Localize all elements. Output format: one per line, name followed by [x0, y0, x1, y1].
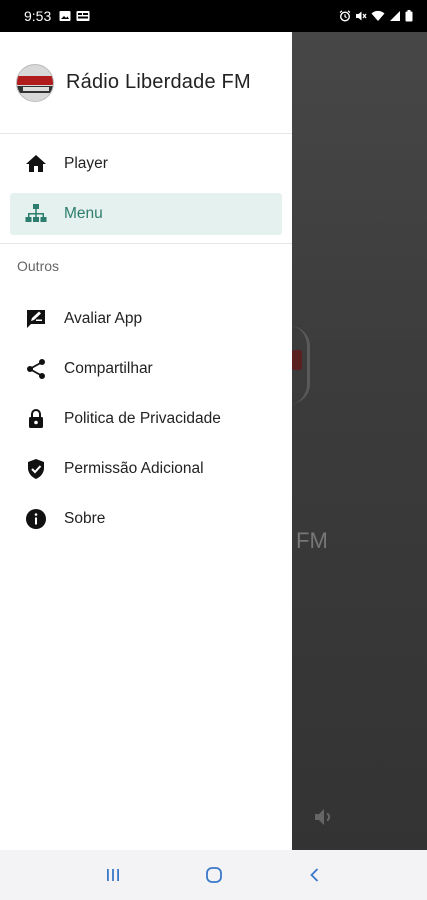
shield-check-icon — [24, 457, 48, 481]
signal-icon — [390, 11, 400, 21]
wifi-icon — [371, 10, 385, 21]
notification-icon — [76, 11, 90, 21]
nav-item-label: Permissão Adicional — [64, 460, 204, 477]
primary-nav: Player Menu — [0, 134, 292, 235]
drawer-header: Rádio Liberdade FM — [0, 32, 292, 134]
home-circle-icon[interactable] — [199, 860, 229, 890]
recent-apps-icon[interactable] — [98, 860, 128, 890]
nav-item-politica-de-privacidade[interactable]: Politica de Privacidade — [10, 398, 282, 440]
info-icon — [24, 507, 48, 531]
nav-item-permissao-adicional[interactable]: Permissão Adicional — [10, 448, 282, 490]
home-icon — [24, 152, 48, 176]
station-logo-fragment — [292, 350, 302, 370]
nav-item-compartilhar[interactable]: Compartilhar — [10, 348, 282, 390]
lock-icon — [24, 407, 48, 431]
section-header-outros: Outros — [17, 258, 60, 274]
nav-item-label: Sobre — [64, 510, 106, 527]
nav-item-label: Menu — [64, 205, 103, 222]
volume-icon — [315, 809, 331, 825]
share-icon — [24, 357, 48, 381]
drawer-divider — [0, 243, 292, 244]
alarm-icon — [339, 10, 351, 22]
status-bar: 9:53 — [0, 0, 427, 32]
nav-item-label: Compartilhar — [64, 360, 153, 377]
secondary-nav: Avaliar App Compartilhar Politica de Pri… — [0, 278, 292, 540]
system-navigation-bar — [0, 850, 427, 900]
nav-item-label: Politica de Privacidade — [64, 410, 221, 427]
mute-icon — [356, 11, 367, 21]
drawer-title: Rádio Liberdade FM — [66, 71, 251, 93]
back-icon[interactable] — [300, 860, 330, 890]
station-name-fragment: FM — [296, 528, 328, 553]
image-icon — [59, 11, 71, 21]
battery-icon — [405, 10, 413, 22]
status-time: 9:53 — [24, 8, 52, 24]
nav-item-label: Avaliar App — [64, 310, 143, 327]
nav-item-player[interactable]: Player — [10, 143, 282, 185]
nav-item-menu[interactable]: Menu — [10, 193, 282, 235]
nav-item-label: Player — [64, 155, 108, 172]
nav-item-avaliar-app[interactable]: Avaliar App — [10, 298, 282, 340]
nav-item-sobre[interactable]: Sobre — [10, 498, 282, 540]
navigation-drawer: Rádio Liberdade FM Player Menu Outros Av… — [0, 32, 292, 850]
sitemap-icon — [24, 202, 48, 226]
rate-icon — [24, 307, 48, 331]
station-logo — [16, 63, 54, 102]
